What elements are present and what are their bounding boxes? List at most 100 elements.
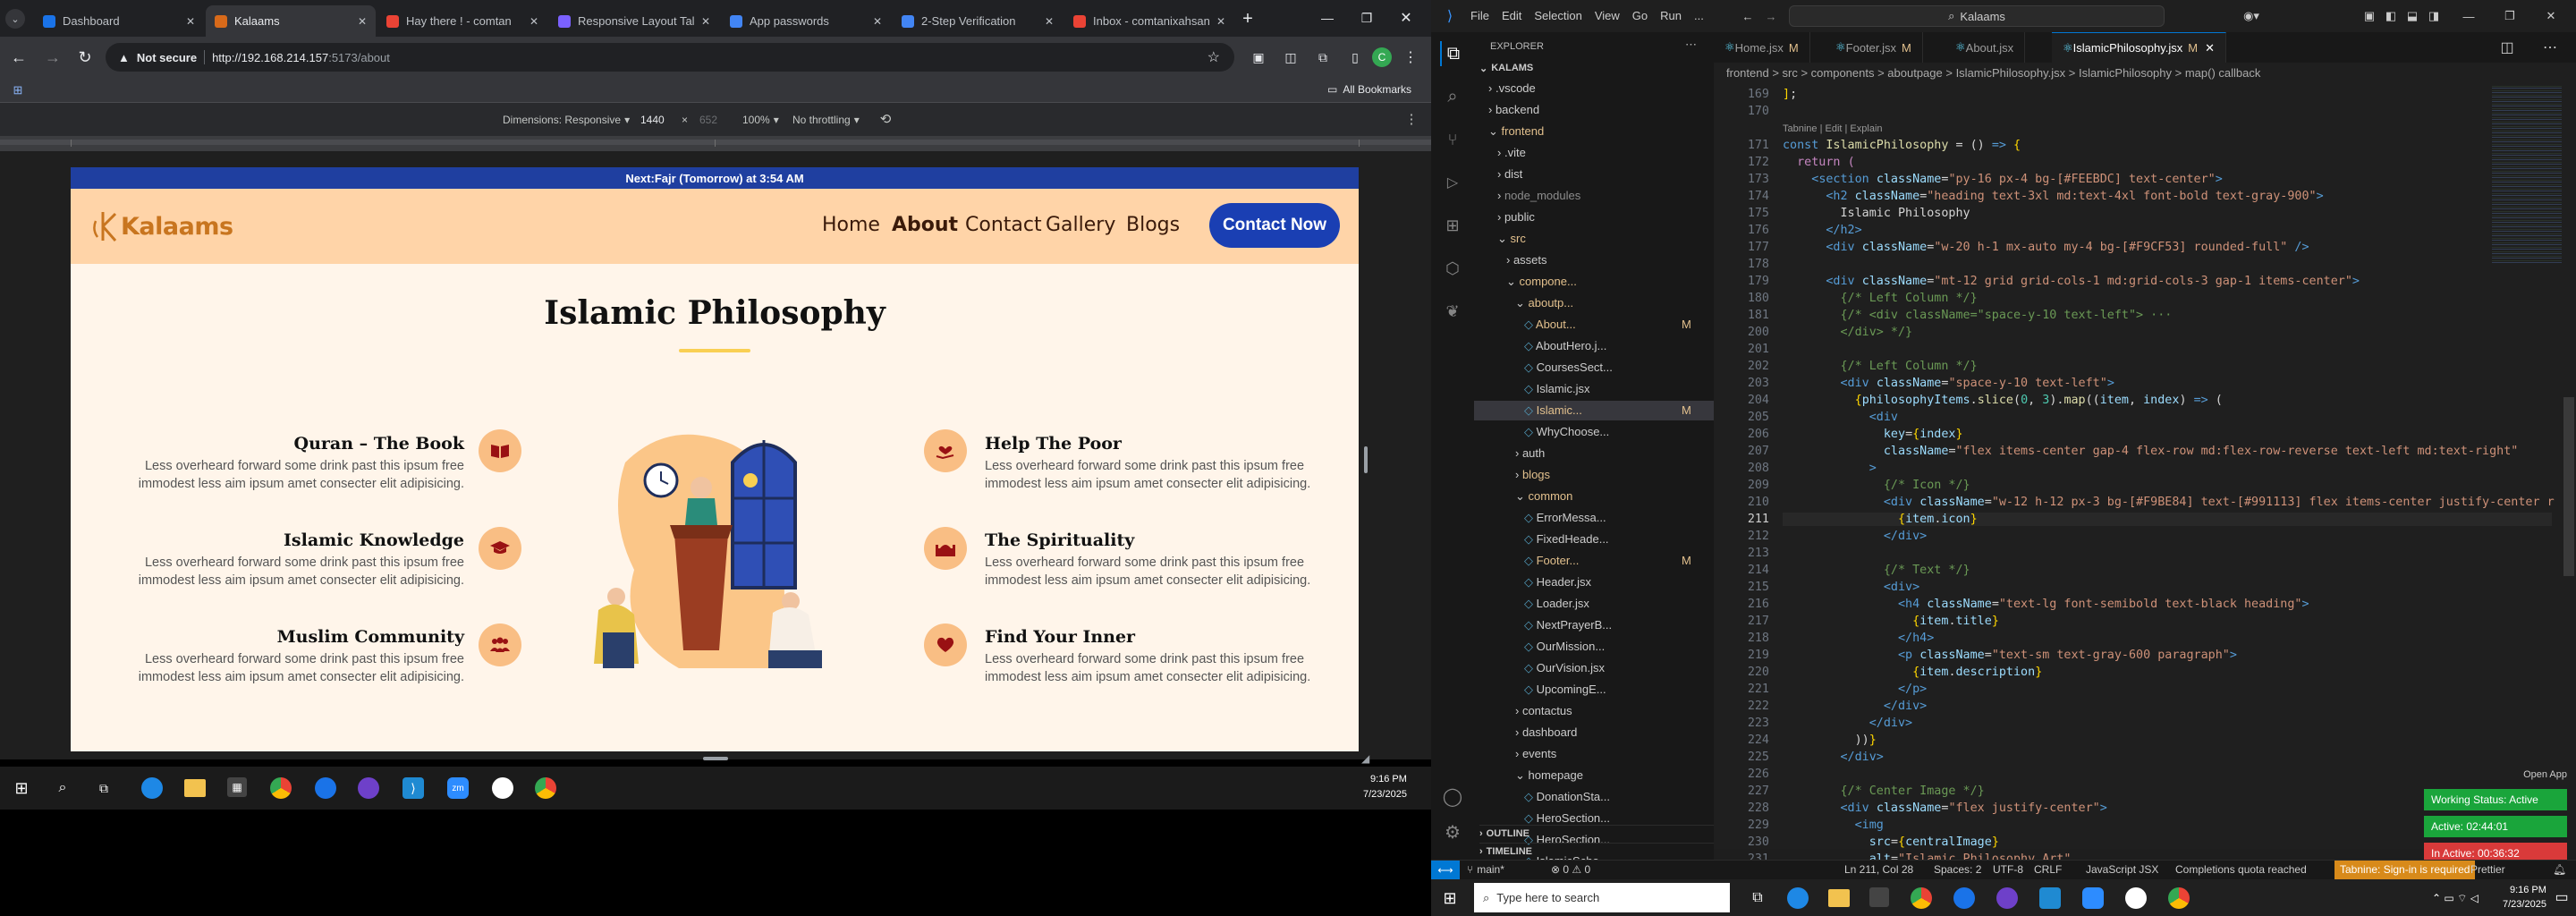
language-mode[interactable]: JavaScript JSX: [2086, 863, 2158, 876]
tree-file[interactable]: ◇ Islamic.jsx: [1474, 379, 1714, 399]
minimize-icon[interactable]: —: [1317, 7, 1338, 29]
browser-tab[interactable]: Hay there ! - comtan ✕: [377, 5, 547, 37]
vscode-icon[interactable]: ⟩: [402, 777, 424, 799]
menu-dots-icon[interactable]: ⋮: [1401, 47, 1420, 67]
forward-icon[interactable]: →: [43, 47, 63, 67]
tray-icons[interactable]: ⌃ ▭ ⌔ ◁: [2415, 888, 2496, 908]
prettier-status[interactable]: Prettier: [2470, 863, 2505, 876]
resize-handle-bottom[interactable]: [703, 757, 728, 760]
bookmark-star-icon[interactable]: ☆: [1208, 48, 1220, 66]
taskbar-clock[interactable]: 9:16 PM 7/23/2025: [1363, 772, 1407, 802]
tree-file[interactable]: ◇ CoursesSect...: [1474, 358, 1714, 377]
vscode-icon[interactable]: [2039, 887, 2061, 909]
remote-icon[interactable]: ⬡: [1440, 256, 1465, 281]
breadcrumb[interactable]: frontend > src > components > aboutpage …: [1714, 63, 2576, 84]
editor-tab[interactable]: ⚛ Footer.jsx M: [1825, 32, 1923, 63]
tree-file[interactable]: ◇ FixedHeade...: [1474, 530, 1714, 549]
menu-edit[interactable]: Edit: [1502, 9, 1521, 22]
source-control-icon[interactable]: ⑂: [1440, 127, 1465, 152]
tree-folder[interactable]: › backend: [1474, 100, 1714, 120]
accounts-icon[interactable]: ◯: [1440, 784, 1465, 809]
sidebar-toggle-icon[interactable]: ◧: [2383, 7, 2399, 25]
browser-tab[interactable]: App passwords ✕: [721, 5, 891, 37]
chrome-icon[interactable]: [270, 777, 292, 799]
tree-folder[interactable]: › dist: [1474, 165, 1714, 184]
sidebar-icon[interactable]: ▯: [1345, 47, 1365, 67]
timeline-section[interactable]: › TIMELINE: [1479, 843, 1714, 857]
tree-folder[interactable]: ⌄ compone...: [1474, 272, 1714, 292]
github-desktop-icon[interactable]: [1996, 887, 2018, 909]
maximize-icon[interactable]: ❐: [2501, 7, 2519, 25]
chrome-icon[interactable]: [2168, 887, 2190, 909]
open-app-link[interactable]: Open App: [2424, 769, 2567, 780]
tree-file[interactable]: ◇ NextPrayerB...: [1474, 615, 1714, 635]
site-logo[interactable]: Kalaams: [92, 208, 233, 244]
menu-more[interactable]: ...: [1694, 9, 1704, 22]
resize-handle-right[interactable]: [1364, 446, 1368, 473]
browser-tab[interactable]: Dashboard ✕: [34, 5, 204, 37]
tree-file[interactable]: ◇ OurMission...: [1474, 637, 1714, 657]
windows-start-icon[interactable]: ⊞: [1440, 888, 1460, 908]
layout-icon[interactable]: ▣: [2361, 7, 2377, 25]
tree-folder[interactable]: ⌄ aboutp...: [1474, 293, 1714, 313]
tab-search-icon[interactable]: ⌄: [5, 9, 25, 29]
menu-selection[interactable]: Selection: [1534, 9, 1581, 22]
split-editor-icon[interactable]: ◫: [2499, 39, 2515, 55]
git-branch[interactable]: ⑂ main*: [1467, 863, 1504, 876]
outline-section[interactable]: › OUTLINE: [1479, 825, 1714, 839]
tree-folder[interactable]: › assets: [1474, 250, 1714, 270]
tree-folder[interactable]: › .vscode: [1474, 79, 1714, 98]
notifications-bell-icon[interactable]: 🔔︎: [2553, 863, 2566, 876]
tab-close-icon[interactable]: ✕: [873, 15, 882, 28]
tree-folder[interactable]: › dashboard: [1474, 723, 1714, 742]
code-editor[interactable]: 169]; 170 Tabnine | Edit | Explain 171 const…: [1714, 84, 2576, 866]
tree-file[interactable]: ◇ ErrorMessa...: [1474, 508, 1714, 528]
file-explorer-icon[interactable]: [1828, 889, 1850, 907]
tab-close-icon[interactable]: ✕: [358, 15, 367, 28]
tree-folder[interactable]: ⌄ homepage: [1474, 766, 1714, 785]
edge-icon[interactable]: [1787, 887, 1809, 909]
all-bookmarks-folder[interactable]: ▭ All Bookmarks: [1327, 83, 1411, 96]
url-bar[interactable]: ▲ Not secure http://192.168.214.157:5173…: [106, 43, 1234, 72]
viewport-height[interactable]: 652: [699, 114, 717, 126]
tree-folder[interactable]: ⌄ common: [1474, 487, 1714, 506]
explorer-more-icon[interactable]: ⋯: [1685, 38, 1697, 52]
remote-indicator[interactable]: ⟷: [1431, 861, 1460, 879]
windows-start-icon[interactable]: ⊞: [13, 779, 30, 797]
tree-file[interactable]: ◇ Islamic... M: [1474, 401, 1714, 420]
zoom-dropdown[interactable]: 100% ▾: [742, 114, 779, 126]
store-icon[interactable]: ▦: [227, 777, 247, 797]
explorer-icon[interactable]: ⧉: [1440, 41, 1465, 66]
new-tab-icon[interactable]: +: [1236, 7, 1259, 30]
maximize-icon[interactable]: ❐: [1356, 7, 1377, 29]
profile-avatar[interactable]: C: [1372, 47, 1392, 67]
browser-tab[interactable]: 2-Step Verification ✕: [893, 5, 1063, 37]
nav-gallery[interactable]: Gallery: [1046, 214, 1115, 236]
tree-folder[interactable]: ⌄ frontend: [1474, 122, 1714, 141]
extensions-icon[interactable]: ⊞: [1440, 213, 1465, 238]
extension-icon[interactable]: ◫: [1281, 47, 1301, 67]
tree-folder[interactable]: › blogs: [1474, 465, 1714, 485]
tree-file[interactable]: ◇ Header.jsx: [1474, 572, 1714, 592]
copilot-icon[interactable]: ◉▾: [2240, 7, 2263, 25]
extension-icon[interactable]: ▣: [1249, 47, 1268, 67]
tree-file[interactable]: ◇ DonationSta...: [1474, 787, 1714, 807]
minimap[interactable]: [2492, 84, 2562, 263]
tree-folder[interactable]: › public: [1474, 208, 1714, 227]
apps-grid-icon[interactable]: ⊞: [9, 81, 27, 99]
tree-file[interactable]: ◇ WhyChoose...: [1474, 422, 1714, 442]
tree-folder[interactable]: › .vite: [1474, 143, 1714, 163]
close-tab-icon[interactable]: ✕: [2205, 41, 2215, 55]
nav-contact[interactable]: Contact: [965, 214, 1042, 236]
taskbar-clock[interactable]: 9:16 PM 7/23/2025: [2503, 883, 2546, 912]
rotate-icon[interactable]: ⟲: [877, 110, 894, 128]
close-window-icon[interactable]: ✕: [1395, 7, 1417, 29]
tab-close-icon[interactable]: ✕: [530, 15, 538, 28]
app-icon[interactable]: [492, 777, 513, 799]
settings-gear-icon[interactable]: ⚙: [1440, 819, 1465, 844]
cursor-position[interactable]: Ln 211, Col 28: [1844, 863, 1913, 876]
back-icon[interactable]: ←: [1739, 7, 1757, 25]
close-window-icon[interactable]: ✕: [2542, 7, 2560, 25]
encoding[interactable]: UTF-8: [1993, 863, 2023, 876]
menu-file[interactable]: File: [1470, 9, 1489, 22]
